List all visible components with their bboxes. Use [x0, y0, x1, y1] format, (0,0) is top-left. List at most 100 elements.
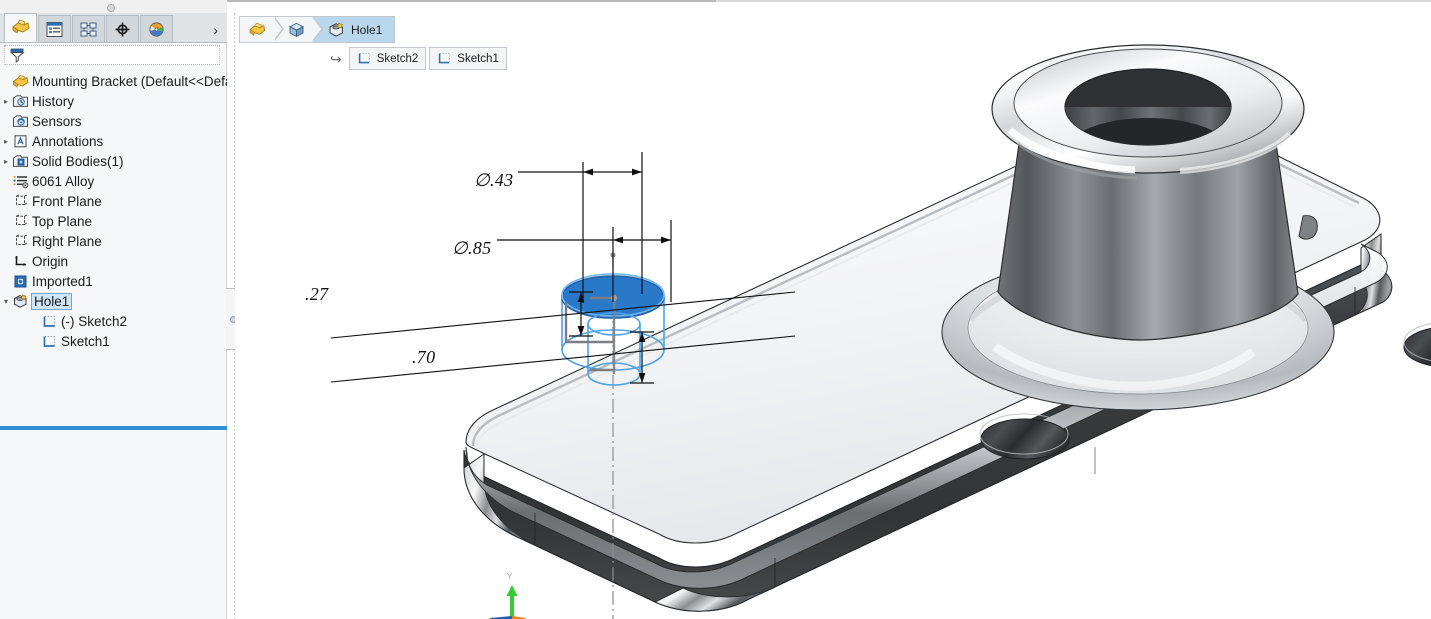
- tree-item-solid-bodies[interactable]: ▸ Solid Bodies(1): [0, 151, 227, 171]
- breadcrumb-part[interactable]: [240, 17, 284, 42]
- tree-root-label: Mounting Bracket (Default<<Defaul: [32, 73, 227, 89]
- configuration-icon: [80, 22, 97, 36]
- tree-item-origin[interactable]: Origin: [0, 251, 227, 271]
- solid-bodies-label: Solid Bodies(1): [32, 153, 124, 169]
- property-list-icon: [46, 21, 63, 37]
- tree-item-hole1[interactable]: ▾ Hole1: [0, 291, 227, 311]
- display-appearance-icon: [149, 21, 164, 37]
- sketch1-label: Sketch1: [61, 333, 110, 349]
- tree-item-sensors[interactable]: Sensors: [0, 111, 227, 131]
- filter-funnel-icon: [9, 48, 25, 63]
- view-orientation-triad: Y: [481, 572, 551, 619]
- dimxpert-target-icon: [115, 22, 130, 36]
- hole-wizard-icon: [329, 22, 343, 37]
- graphics-area[interactable]: Hole1 ↪ Sketch2 Sketch1 ∅.43 ∅.85 .27 .7…: [235, 2, 1431, 619]
- right-plane-label: Right Plane: [32, 233, 102, 249]
- tree-item-sketch1[interactable]: Sketch1: [0, 331, 227, 351]
- breadcrumb-hole1[interactable]: Hole1: [312, 17, 395, 42]
- breadcrumb-child-sketch2[interactable]: Sketch2: [348, 47, 427, 70]
- feature-tree: Mounting Bracket (Default<<Defaul ▸ Hist…: [0, 71, 227, 430]
- sensors-label: Sensors: [32, 113, 82, 129]
- feature-manager-tab[interactable]: [4, 13, 37, 42]
- rollback-bar[interactable]: [0, 426, 227, 430]
- annotations-label: Annotations: [32, 133, 104, 149]
- origin-icon: [12, 253, 29, 269]
- sketch-icon: [439, 53, 450, 64]
- configuration-manager-tab[interactable]: [72, 15, 105, 42]
- sketch-icon: [41, 333, 58, 349]
- solidworks-window: › Mounting Bracket (Default<<Defaul ▸ Hi…: [0, 0, 1431, 619]
- breadcrumb-sep: [273, 17, 282, 41]
- child-arrow-icon: ↪: [330, 50, 342, 67]
- sketch-icon: [41, 313, 58, 329]
- tree-item-imported1[interactable]: Imported1: [0, 271, 227, 291]
- top-plane-label: Top Plane: [32, 213, 93, 229]
- origin-twisty[interactable]: [0, 251, 12, 271]
- root-twisty[interactable]: [0, 71, 12, 91]
- front-plane-label: Front Plane: [32, 193, 102, 209]
- material-label: 6061 Alloy: [32, 173, 95, 189]
- origin-label: Origin: [32, 253, 69, 269]
- display-manager-tab[interactable]: [140, 15, 173, 42]
- breadcrumb-sep: [312, 17, 321, 41]
- splitter-grip-icon: [107, 4, 115, 12]
- panel-top-splitter[interactable]: [0, 0, 227, 14]
- dimxpert-manager-tab[interactable]: [106, 15, 139, 42]
- tabstrip-overflow-button[interactable]: ›: [213, 23, 218, 37]
- child-sketch1-label: Sketch1: [457, 52, 499, 65]
- property-manager-tab[interactable]: [38, 15, 71, 42]
- tree-item-top-plane[interactable]: Top Plane: [0, 211, 227, 231]
- dimension-hole-diameter[interactable]: ∅.85: [452, 238, 491, 259]
- history-label: History: [32, 93, 75, 109]
- dimension-counterbore-depth[interactable]: .27: [305, 284, 328, 305]
- tree-item-material[interactable]: 6061 Alloy: [0, 171, 227, 191]
- material-twisty[interactable]: [0, 171, 12, 191]
- breadcrumb[interactable]: Hole1: [239, 16, 396, 43]
- tree-item-front-plane[interactable]: Front Plane: [0, 191, 227, 211]
- tree-item-history[interactable]: ▸ History: [0, 91, 227, 111]
- dimension-counterbore-diameter[interactable]: ∅.43: [474, 170, 513, 191]
- tree-item-annotations[interactable]: ▸ Annotations: [0, 131, 227, 151]
- sketch1-twisty[interactable]: [29, 331, 41, 351]
- material-icon: [12, 173, 29, 189]
- triad-y-label: Y: [507, 572, 513, 581]
- breadcrumb-hole1-label: Hole1: [351, 22, 383, 37]
- sketch2-label: (-) Sketch2: [61, 313, 128, 329]
- breadcrumb-child-sketch1[interactable]: Sketch1: [429, 47, 507, 70]
- imported1-twisty[interactable]: [0, 271, 12, 291]
- solid-body-cube-icon: [289, 22, 304, 37]
- tree-item-right-plane[interactable]: Right Plane: [0, 231, 227, 251]
- feature-manager-panel: › Mounting Bracket (Default<<Defaul ▸ Hi…: [0, 13, 227, 619]
- history-icon: [12, 93, 29, 109]
- solid-bodies-twisty[interactable]: ▸: [0, 151, 12, 171]
- tree-root-part[interactable]: Mounting Bracket (Default<<Defaul: [0, 71, 227, 91]
- tree-item-sketch2[interactable]: (-) Sketch2: [0, 311, 227, 331]
- child-sketch2-label: Sketch2: [376, 52, 419, 65]
- imported-icon: [12, 273, 29, 289]
- plane-icon: [12, 193, 29, 209]
- annotations-twisty[interactable]: ▸: [0, 131, 12, 151]
- dimension-hole-depth[interactable]: .70: [412, 347, 435, 368]
- front-plane-twisty[interactable]: [0, 191, 12, 211]
- tree-filter-input[interactable]: [4, 45, 220, 65]
- hole1-twisty[interactable]: ▾: [0, 291, 12, 311]
- hole1-label: Hole1: [30, 292, 73, 310]
- part-icon: [12, 73, 29, 89]
- breadcrumb-children: ↪ Sketch2 Sketch1: [330, 47, 510, 70]
- right-plane-twisty[interactable]: [0, 231, 12, 251]
- sensors-twisty[interactable]: [0, 111, 12, 131]
- top-plane-twisty[interactable]: [0, 211, 12, 231]
- solid-bodies-icon: [12, 153, 29, 169]
- plane-icon: [12, 213, 29, 229]
- manager-tabstrip: ›: [0, 13, 227, 43]
- part-tree-icon: [11, 19, 30, 34]
- sketch-icon: [358, 53, 370, 64]
- history-twisty[interactable]: ▸: [0, 91, 12, 111]
- annotations-icon: [12, 133, 29, 149]
- sketch2-twisty[interactable]: [29, 311, 41, 331]
- hole-wizard-icon: [12, 293, 29, 309]
- plane-icon: [12, 233, 29, 249]
- mounting-bracket-model: [330, 44, 1431, 619]
- sensors-icon: [12, 113, 29, 129]
- imported1-label: Imported1: [32, 273, 93, 289]
